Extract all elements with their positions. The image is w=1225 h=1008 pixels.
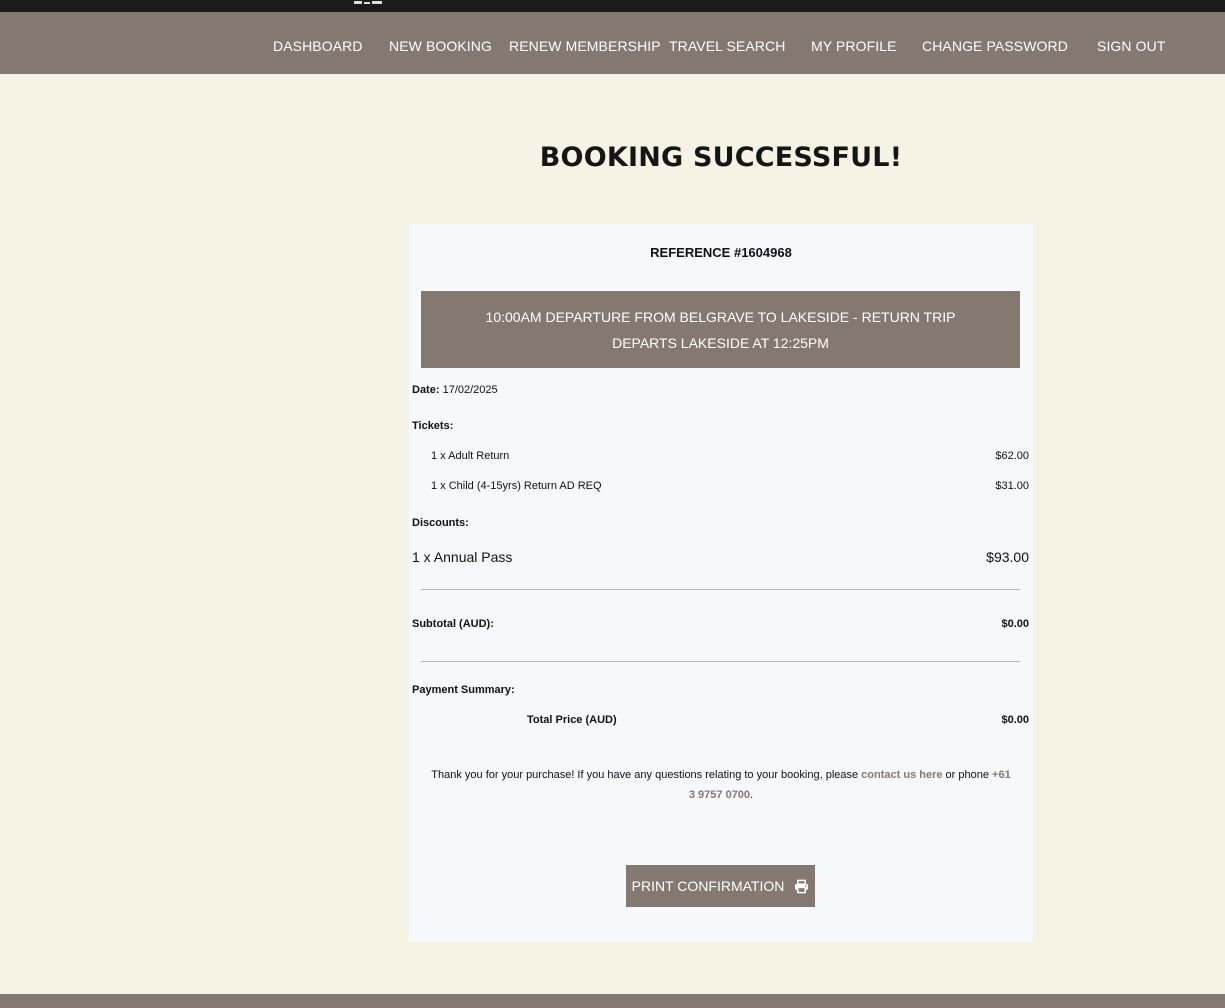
main-navigation: DASHBOARD NEW BOOKING RENEW MEMBERSHIP T… [0, 12, 1225, 74]
printer-icon [795, 879, 809, 893]
payment-summary-label: Payment Summary: [412, 684, 515, 696]
nav-new-booking[interactable]: NEW BOOKING [389, 12, 492, 74]
discounts-label: Discounts: [412, 517, 469, 529]
ticket-item-name: 1 x Adult Return [431, 450, 510, 462]
print-confirmation-button[interactable]: PRINT CONFIRMATION [626, 865, 815, 907]
booking-reference: REFERENCE #1604968 [650, 245, 792, 260]
booking-confirmation-card: REFERENCE #1604968 10:00AM DEPARTURE FRO… [409, 224, 1033, 942]
nav-my-profile[interactable]: MY PROFILE [811, 12, 897, 74]
top-bar [0, 0, 1225, 12]
trip-description: 10:00AM DEPARTURE FROM BELGRAVE TO LAKES… [421, 291, 1020, 368]
nav-sign-out[interactable]: SIGN OUT [1097, 12, 1165, 74]
date-label: Date: [412, 384, 440, 396]
divider [421, 589, 1020, 590]
total-price-value: $0.00 [1001, 714, 1029, 726]
page-title: BOOKING SUCCESSFUL! [539, 142, 903, 173]
divider [421, 661, 1020, 662]
discount-item-price: $93.00 [986, 549, 1029, 565]
ticket-item-price: $62.00 [995, 450, 1029, 462]
ticket-item-price: $31.00 [995, 480, 1029, 492]
date-row: Date: 17/02/2025 [412, 384, 498, 396]
contact-us-link[interactable]: contact us here [861, 769, 942, 781]
nav-change-password[interactable]: CHANGE PASSWORD [922, 12, 1068, 74]
date-value: 17/02/2025 [442, 384, 498, 396]
nav-renew-membership[interactable]: RENEW MEMBERSHIP [509, 12, 661, 74]
total-price-label: Total Price (AUD) [527, 714, 617, 726]
logo-icon [354, 1, 382, 4]
thanks-text: . [750, 789, 754, 801]
subtotal-label: Subtotal (AUD): [412, 618, 494, 630]
ticket-item-name: 1 x Child (4-15yrs) Return AD REQ [431, 480, 602, 492]
tickets-label: Tickets: [412, 420, 454, 432]
thanks-text: or phone [942, 769, 993, 781]
thanks-text: Thank you for your purchase! If you have… [431, 769, 862, 781]
footer-bar [0, 994, 1225, 1008]
discount-item-name: 1 x Annual Pass [412, 549, 513, 565]
subtotal-value: $0.00 [1001, 618, 1029, 630]
print-confirmation-label: PRINT CONFIRMATION [631, 878, 785, 894]
thank-you-message: Thank you for your purchase! If you have… [429, 765, 1013, 805]
nav-dashboard[interactable]: DASHBOARD [273, 12, 363, 74]
nav-travel-search[interactable]: TRAVEL SEARCH [669, 12, 785, 74]
